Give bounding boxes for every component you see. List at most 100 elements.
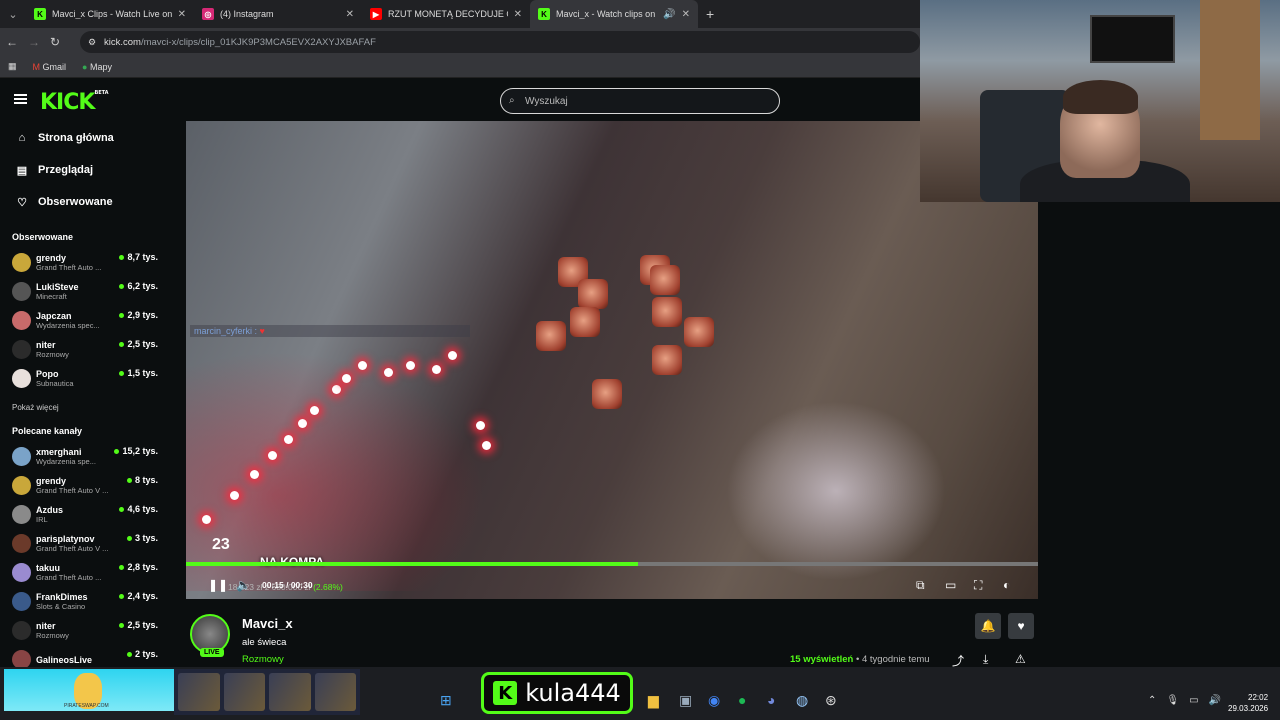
discord-icon[interactable]: ◕ [767,692,775,708]
show-more-link[interactable]: Pokaż więcej [0,393,170,416]
recommended-list: xmerghani Wydarzenia spe... 15,2 tys. grend… [0,442,170,674]
channel-category: Grand Theft Auto ... [36,573,102,582]
instagram-icon: ◎ [202,8,214,20]
kick-logo-icon: K [493,681,518,705]
channel-item[interactable]: xmerghani Wydarzenia spe... 15,2 tys. [0,442,170,471]
close-tab-icon[interactable]: ✕ [514,9,522,20]
kick-icon: K [34,8,46,20]
chevron-up-icon[interactable]: ⌃ [1148,695,1166,706]
light-dot [406,361,415,370]
close-tab-icon[interactable]: ✕ [346,9,354,20]
nav-browse[interactable]: ▤ Przeglądaj [0,154,170,186]
tab-title: (4) Instagram [220,9,274,19]
playback-speed-icon[interactable]: ◐ [1003,578,1010,592]
windows-start-icon[interactable]: ⊞ [440,692,452,709]
channel-item[interactable]: LukiSteve Minecraft 6,2 tys. [0,277,170,306]
channel-category: Wydarzenia spe... [36,457,96,466]
theater-mode-icon[interactable]: ▭ [945,578,956,592]
channel-item[interactable]: niter Rozmowy 2,5 tys. [0,616,170,645]
video-player[interactable] [186,121,1038,599]
channel-item[interactable]: grendy Grand Theft Auto ... 8,7 tys. [0,248,170,277]
volume-icon[interactable]: 🔈 [236,578,251,592]
url-field[interactable]: ⚙ kick.com/mavci-x/clips/clip_01KJK9P3MC… [80,31,920,53]
channel-name: xmerghani [36,447,82,457]
kick-header: KICKBETA ⌕ Wyszukaj [0,80,920,122]
channel-item[interactable]: Popo Subnautica 1,5 tys. [0,364,170,393]
kick-logo[interactable]: KICKBETA [40,90,109,115]
tab-title: Mavci_x - Watch clips on Ki [556,9,658,19]
channel-item[interactable]: Azdus IRL 4,6 tys. [0,500,170,529]
channel-item[interactable]: parisplatynov Grand Theft Auto V ... 3 tys… [0,529,170,558]
channel-item[interactable]: grendy Grand Theft Auto V ... 8 tys. [0,471,170,500]
tab-search-chevron-icon[interactable]: ⌄ [0,0,26,28]
emote-face [578,279,608,309]
report-warning-icon[interactable]: ⚠ [1015,652,1026,666]
site-info-icon[interactable]: ⚙ [88,37,96,48]
notification-bell-button[interactable]: 🔔 [975,613,1001,639]
player-controls: 18.523 zł z 680.000 zł (2.68%) ❚❚ 🔈 00:1… [186,574,1038,598]
channel-name: grendy [36,476,67,486]
nav-home[interactable]: ⌂ Strona główna [0,122,170,154]
close-tab-icon[interactable]: ✕ [178,9,186,20]
spotify-icon[interactable]: ● [738,692,746,708]
light-dot [230,491,239,500]
home-icon: ⌂ [18,132,26,144]
webcam-overlay [920,0,1280,202]
heart-emote-icon: ♥ [259,326,265,336]
viewer-count: 4,6 tys. [119,504,158,514]
channel-category: Slots & Casino [36,602,86,611]
steam-icon[interactable]: ◍ [796,692,808,709]
follow-button[interactable]: ♥ [1008,613,1034,639]
maps-pin-icon: ● [82,61,88,72]
channel-item[interactable]: takuu Grand Theft Auto ... 2,8 tys. [0,558,170,587]
taskbar-app-icon[interactable]: ▣ [679,692,692,709]
menu-icon[interactable] [14,94,27,104]
system-clock[interactable]: 22:02 29.03.2026 [1228,692,1268,714]
video-progress-bar[interactable] [186,562,1038,566]
fullscreen-icon[interactable]: ⛶ [974,578,982,593]
reload-icon[interactable]: ↻ [50,35,60,49]
category-link[interactable]: Rozmowy [242,654,284,665]
viewer-count: 2,5 tys. [119,339,158,349]
channel-item[interactable]: niter Rozmowy 2,5 tys. [0,335,170,364]
speaker-icon[interactable]: 🔊 [663,9,675,20]
clip-info: LIVE Mavci_x ale świeca Rozmowy 🔔 ♥ 15 w… [186,608,1046,668]
time-display: 00:15 / 00:30 [262,580,313,590]
file-explorer-icon[interactable]: ▆ [648,692,659,709]
light-dot [358,361,367,370]
browser-tab-4-active[interactable]: K Mavci_x - Watch clips on Ki 🔊 ✕ [530,0,698,28]
forward-icon[interactable]: → [28,35,40,49]
channel-name: niter [36,340,56,350]
microphone-icon[interactable]: 🎙 [1166,695,1189,706]
chrome-icon[interactable]: ◉ [708,692,720,709]
pip-icon[interactable]: ⧉ [916,578,925,593]
clip-title: ale świeca [242,637,287,648]
search-input[interactable]: ⌕ Wyszukaj [500,88,780,114]
back-icon[interactable]: ← [6,35,18,49]
browser-tab-1[interactable]: K Mavci_x Clips - Watch Live on K ✕ [26,0,194,28]
pause-icon[interactable]: ❚❚ [208,578,228,592]
ad-label: PIRATESWAP.COM [64,703,109,709]
browser-tab-2[interactable]: ◎ (4) Instagram ✕ [194,0,362,28]
ad-thumbnail[interactable]: PIRATESWAP.COM [4,669,174,711]
download-icon[interactable]: ⤓ [983,652,988,667]
youtube-icon: ▶ [370,8,382,20]
apps-grid-icon[interactable]: ▦ [8,61,17,72]
network-icon[interactable]: ▭ [1189,695,1208,706]
browser-tab-3[interactable]: ▶ RZUT MONETĄ DECYDUJE O N ✕ [362,0,530,28]
live-badge: LIVE [200,648,224,657]
channel-item[interactable]: Japczan Wydarzenia spec... 2,9 tys. [0,306,170,335]
channel-name[interactable]: Mavci_x [242,616,293,631]
bookmark-label: Mapy [90,61,113,72]
bookmark-mapy[interactable]: ● Mapy [82,62,112,72]
nav-following[interactable]: ♡ Obserwowane [0,186,170,218]
channel-item[interactable]: FrankDimes Slots & Casino 2,4 tys. [0,587,170,616]
emote-face [652,345,682,375]
channel-avatar [12,369,31,388]
overlay-counter: 23 [212,536,230,553]
new-tab-button[interactable]: + [698,6,722,22]
emote-face [684,317,714,347]
bookmark-gmail[interactable]: M Gmail [33,62,67,72]
close-tab-icon[interactable]: ✕ [682,9,690,20]
taskbar-app-icon[interactable]: ⊛ [825,692,837,709]
